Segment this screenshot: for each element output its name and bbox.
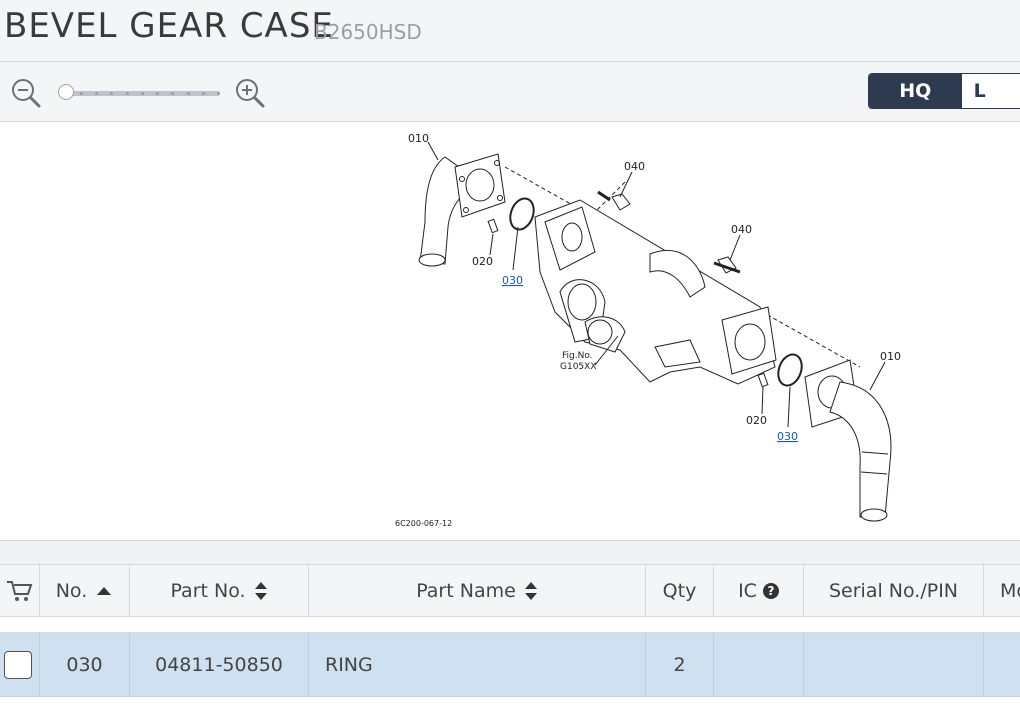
- cell-more: [984, 633, 1020, 696]
- callout-030-left[interactable]: 030: [502, 274, 523, 287]
- column-no[interactable]: No.: [40, 565, 130, 617]
- sort-both-icon: [524, 582, 537, 600]
- column-part-name-label: Part Name: [416, 580, 516, 602]
- column-qty-label: Qty: [662, 580, 697, 602]
- column-qty: Qty: [646, 565, 714, 617]
- column-ic: IC ?: [714, 565, 804, 617]
- column-cart: [0, 565, 40, 617]
- cell-part-no: 04811-50850: [130, 633, 309, 696]
- callout-010-left[interactable]: 010: [408, 132, 429, 145]
- header-bar: BEVEL GEAR CASE B2650HSD: [0, 0, 1020, 62]
- zoom-slider-thumb[interactable]: [58, 84, 74, 100]
- zoom-slider[interactable]: [58, 84, 220, 102]
- column-serial: Serial No./PIN: [804, 565, 984, 617]
- row-checkbox[interactable]: [3, 650, 32, 679]
- figure-number-label: Fig.No.: [562, 351, 593, 361]
- parts-diagram-drawing: 010 040 040 020 030 010 020 030 Fig.No. …: [395, 132, 901, 528]
- callout-040-lower[interactable]: 040: [731, 223, 752, 236]
- figure-number-value: G105XX: [560, 362, 596, 372]
- help-icon[interactable]: ?: [762, 583, 779, 599]
- model-code: B2650HSD: [314, 20, 422, 44]
- diagram-reference-code: 6C200-067-12: [395, 519, 452, 528]
- column-serial-label: Serial No./PIN: [828, 580, 959, 602]
- cell-qty: 2: [646, 633, 714, 696]
- parts-diagram[interactable]: 010 040 040 020 030 010 020 030 Fig.No. …: [0, 122, 1020, 540]
- column-part-name[interactable]: Part Name: [309, 565, 646, 617]
- cell-serial: [804, 633, 984, 696]
- diagram-toolbar: HQ L: [0, 62, 1020, 122]
- zoom-in-icon[interactable]: [234, 77, 266, 109]
- zoom-slider-ticks: [80, 92, 220, 95]
- quality-toggle: HQ L: [868, 73, 1020, 109]
- column-ic-label: IC: [738, 580, 757, 602]
- table-spacer-row: [0, 617, 1020, 633]
- column-part-no-label: Part No.: [170, 580, 246, 602]
- zoom-out-icon[interactable]: [10, 77, 42, 109]
- column-part-no[interactable]: Part No.: [130, 565, 309, 617]
- callout-020-right[interactable]: 020: [746, 414, 767, 427]
- callout-020-left[interactable]: 020: [472, 255, 493, 268]
- column-more-label: Mo: [1000, 580, 1020, 602]
- cart-icon: [6, 581, 32, 601]
- sort-both-icon: [254, 582, 267, 600]
- quality-option-l[interactable]: L: [961, 74, 1020, 108]
- callout-010-right[interactable]: 010: [880, 350, 901, 363]
- cell-part-name: RING: [309, 633, 646, 696]
- column-no-label: No.: [55, 580, 88, 602]
- table-header: No. Part No. Part Name Qty IC ? Serial N…: [0, 564, 1020, 617]
- sort-ascending-icon: [97, 587, 112, 595]
- callout-040-upper[interactable]: 040: [624, 160, 645, 173]
- diagram-table-divider: [0, 540, 1020, 565]
- cell-no: 030: [40, 633, 130, 696]
- quality-option-hq[interactable]: HQ: [869, 74, 962, 108]
- page-title: BEVEL GEAR CASE: [4, 6, 334, 46]
- callout-030-right[interactable]: 030: [777, 430, 798, 443]
- column-more: Mo: [984, 565, 1020, 617]
- row-checkbox-cell: [0, 633, 40, 696]
- table-row[interactable]: 030 04811-50850 RING 2: [0, 633, 1020, 697]
- cell-ic: [714, 633, 804, 696]
